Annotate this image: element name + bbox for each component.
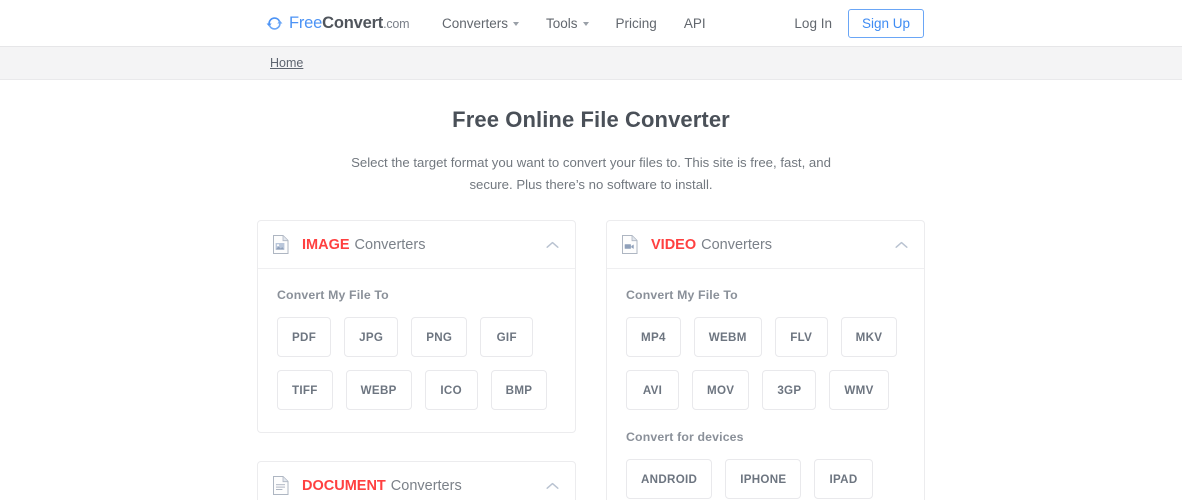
site-logo[interactable]: FreeConvert.com	[266, 13, 410, 33]
section-label-video-0: Convert My File To	[626, 288, 738, 302]
file-video-icon	[622, 235, 638, 254]
nav-item-api-label: API	[683, 15, 706, 31]
file-image-icon	[273, 235, 289, 254]
page-subtitle: Select the target format you want to con…	[351, 155, 831, 192]
site-header: FreeConvert.com Converters Tools Pricing…	[0, 0, 1182, 47]
refresh-circle-icon	[266, 16, 283, 30]
login-link[interactable]: Log In	[794, 16, 832, 31]
format-row: MP4 WEBM FLV MKV	[626, 317, 905, 357]
card-header-document[interactable]: DOCUMENT Converters	[258, 462, 575, 500]
card-kind-image: IMAGE	[302, 236, 350, 253]
section-label-video-1: Convert for devices	[626, 430, 744, 444]
format-button-pdf[interactable]: PDF	[277, 317, 332, 357]
nav-item-pricing[interactable]: Pricing	[616, 16, 657, 31]
file-document-icon	[273, 476, 289, 495]
chevron-up-icon[interactable]	[546, 482, 559, 490]
converter-card-grid: IMAGE Converters Convert My File To PDF …	[257, 220, 925, 500]
format-row: PDF JPG PNG GIF	[277, 317, 556, 357]
device-button-android[interactable]: ANDROID	[626, 459, 713, 499]
format-button-3gp[interactable]: 3GP	[762, 370, 817, 410]
card-header-image[interactable]: IMAGE Converters	[258, 221, 575, 269]
format-button-webp[interactable]: WEBP	[345, 370, 412, 410]
card-kind-video: VIDEO	[651, 236, 697, 253]
card-title-image: IMAGE Converters	[302, 237, 425, 253]
format-button-gif[interactable]: GIF	[480, 317, 534, 357]
card-body-video: Convert My File To MP4 WEBM FLV MKV AVI …	[607, 269, 924, 500]
logo-text-convert: Convert	[322, 13, 384, 32]
device-button-iphone[interactable]: IPHONE	[725, 459, 802, 499]
card-image-converters: IMAGE Converters Convert My File To PDF …	[257, 220, 576, 433]
format-row: TIFF WEBP ICO BMP	[277, 370, 556, 410]
logo-text-domain: .com	[383, 16, 410, 31]
hero-section: Free Online File Converter Select the ta…	[0, 80, 1182, 196]
nav-item-api[interactable]: API	[684, 16, 706, 31]
breadcrumb: Home	[270, 54, 303, 72]
card-body-image: Convert My File To PDF JPG PNG GIF TIFF …	[258, 269, 575, 432]
format-button-tiff[interactable]: TIFF	[277, 370, 333, 410]
left-column: IMAGE Converters Convert My File To PDF …	[257, 220, 576, 500]
card-kind-document: DOCUMENT	[302, 477, 386, 494]
chevron-down-icon	[513, 22, 520, 26]
card-suffix-document: Converters	[390, 477, 462, 494]
nav-item-converters[interactable]: Converters	[442, 15, 520, 31]
format-button-mov[interactable]: MOV	[692, 370, 750, 410]
logo-text-free: Free	[289, 13, 323, 32]
breadcrumb-item-home[interactable]: Home	[270, 56, 303, 70]
chevron-up-icon[interactable]	[546, 241, 559, 249]
format-button-bmp[interactable]: BMP	[490, 370, 548, 410]
card-suffix-image: Converters	[354, 236, 426, 253]
chevron-up-icon[interactable]	[895, 241, 908, 249]
nav-item-tools-label: Tools	[546, 15, 578, 31]
page-title: Free Online File Converter	[452, 107, 730, 132]
card-title-video: VIDEO Converters	[651, 237, 772, 253]
card-document-converters: DOCUMENT Converters	[257, 461, 576, 500]
format-button-png[interactable]: PNG	[411, 317, 468, 357]
nav-item-converters-label: Converters	[442, 15, 509, 31]
format-row: AVI MOV 3GP WMV	[626, 370, 905, 410]
device-row: ANDROID IPHONE IPAD	[626, 459, 905, 499]
breadcrumb-bar: Home	[0, 47, 1182, 80]
logo-text: FreeConvert.com	[289, 13, 410, 33]
format-button-jpg[interactable]: JPG	[344, 317, 399, 357]
main-nav: Converters Tools Pricing API	[442, 16, 706, 31]
format-button-avi[interactable]: AVI	[626, 370, 679, 410]
device-button-ipad[interactable]: IPAD	[814, 459, 873, 499]
header-actions: Log In Sign Up	[794, 8, 924, 38]
format-button-mp4[interactable]: MP4	[626, 317, 681, 357]
card-title-document: DOCUMENT Converters	[302, 478, 462, 494]
format-button-ico[interactable]: ICO	[424, 370, 478, 410]
card-suffix-video: Converters	[701, 236, 773, 253]
signup-button[interactable]: Sign Up	[847, 8, 924, 38]
nav-item-tools[interactable]: Tools	[546, 16, 589, 31]
format-button-mkv[interactable]: MKV	[840, 317, 898, 357]
nav-item-pricing-label: Pricing	[615, 15, 657, 31]
format-button-webm[interactable]: WEBM	[693, 317, 762, 357]
format-button-wmv[interactable]: WMV	[829, 370, 889, 410]
format-button-flv[interactable]: FLV	[774, 317, 828, 357]
right-column: VIDEO Converters Convert My File To MP4 …	[606, 220, 925, 500]
section-label-image-0: Convert My File To	[277, 288, 389, 302]
chevron-down-icon	[582, 22, 589, 26]
card-header-video[interactable]: VIDEO Converters	[607, 221, 924, 269]
card-video-converters: VIDEO Converters Convert My File To MP4 …	[606, 220, 925, 500]
